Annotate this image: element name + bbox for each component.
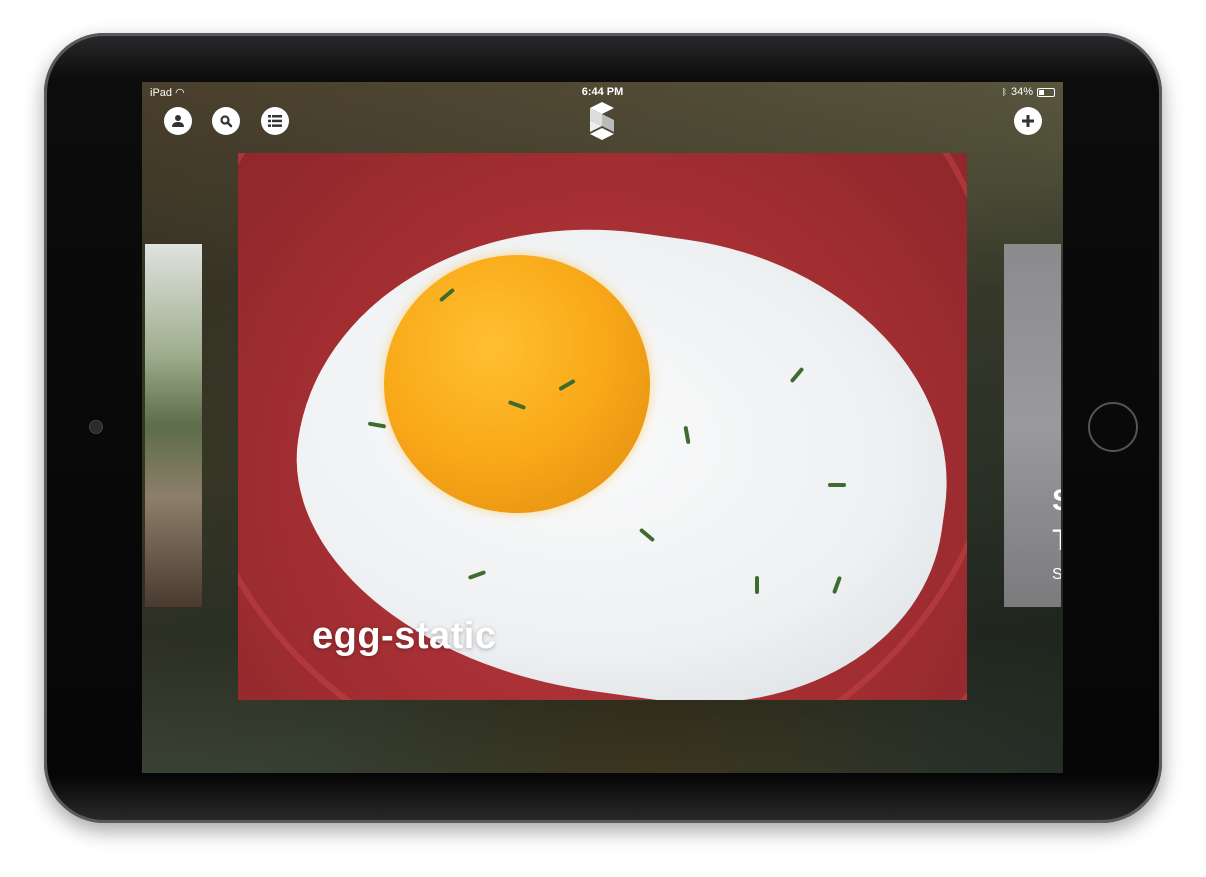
clock: 6:44 PM <box>581 86 624 98</box>
list-icon <box>268 115 282 127</box>
plus-icon <box>1022 115 1034 127</box>
add-button[interactable] <box>1014 107 1042 135</box>
list-button[interactable] <box>261 107 289 135</box>
story-card-previous[interactable] <box>145 244 202 607</box>
screen: iPad ◠ 6:44 PM ᛒ34% S T S eg <box>142 82 1063 773</box>
search-icon <box>220 115 233 128</box>
camera <box>89 420 103 434</box>
story-title: egg-static <box>312 615 497 657</box>
egg-yolk <box>384 255 650 513</box>
app-logo[interactable] <box>590 102 614 140</box>
status-bar: iPad ◠ 6:44 PM ᛒ 34% <box>142 82 1063 102</box>
battery-icon <box>1037 87 1055 97</box>
home-button[interactable] <box>1088 402 1138 452</box>
profile-button[interactable] <box>164 107 192 135</box>
user-icon <box>172 115 184 127</box>
story-card-next[interactable]: S T S <box>1004 244 1061 607</box>
bluetooth-icon: ᛒ <box>1001 87 1007 97</box>
story-card-main[interactable]: egg-static <box>238 153 967 700</box>
search-button[interactable] <box>212 107 240 135</box>
battery-percent: 34% <box>1010 86 1033 98</box>
